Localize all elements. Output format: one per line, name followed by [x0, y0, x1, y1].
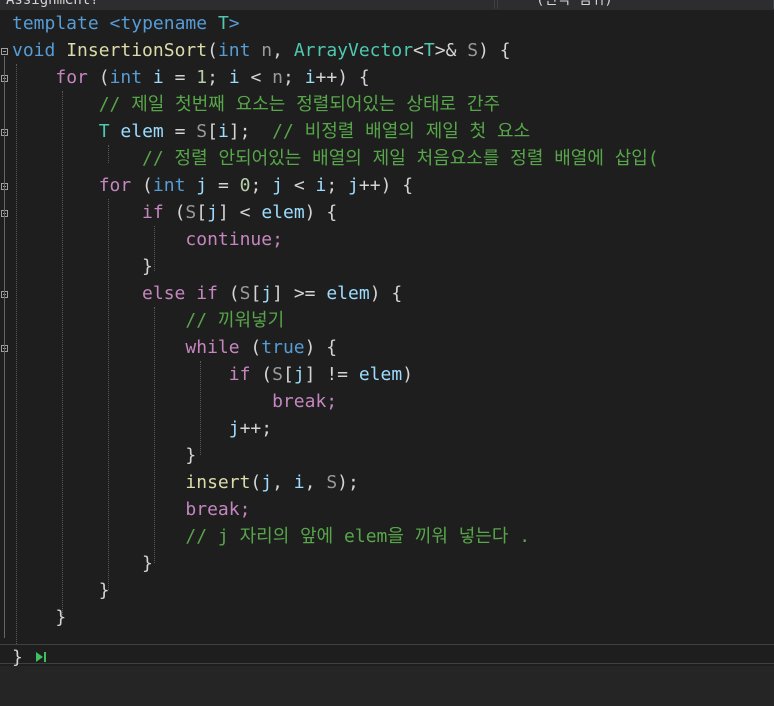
code-line: } [12, 604, 66, 631]
tab-file-label: Assignment? [6, 0, 99, 8]
code-text: else if (S[j] >= elem) { [142, 283, 403, 304]
code-text: if (S[j] < elem) { [142, 202, 338, 223]
code-text: } [12, 647, 23, 666]
code-line: // 정렬 안되어있는 배열의 제일 처음요소를 정렬 배열에 삽입( [12, 145, 659, 172]
code-line: } [12, 550, 153, 577]
code-text: j++; [228, 418, 273, 439]
code-editor[interactable]: template <typename T> void InsertionSort… [0, 10, 774, 666]
code-text: void InsertionSort(int n, ArrayVector<T>… [12, 40, 511, 61]
code-text: T elem = S[i]; // 비정렬 배열의 제일 첫 요소 [98, 121, 531, 142]
code-line: template <typename T> [12, 10, 240, 37]
code-text: } [12, 445, 197, 466]
code-text: continue; [185, 229, 283, 250]
code-line: while (true) { [12, 334, 337, 361]
code-comment: // 정렬 안되어있는 배열의 제일 처음요소를 정렬 배열에 삽입( [142, 148, 659, 169]
code-line: continue; [12, 226, 283, 253]
file-tab-bar: Assignment? (전역 범위) [0, 0, 774, 10]
fold-gutter [0, 10, 10, 666]
code-line: insert(j, i, S); [12, 469, 359, 496]
collapse-icon[interactable] [1, 48, 8, 55]
quick-action-icon[interactable] [34, 650, 48, 664]
code-text: if (S[j] != elem) [228, 364, 414, 385]
code-line: } [12, 442, 196, 469]
code-line: void InsertionSort(int n, ArrayVector<T>… [12, 37, 511, 64]
code-comment: // j 자리의 앞에 elem을 끼워 넣는다 . [185, 526, 531, 547]
code-text: } [12, 256, 153, 277]
code-comment: // 끼워넣기 [185, 310, 285, 331]
fold-line [4, 56, 5, 638]
code-line: } [12, 253, 153, 280]
code-line: break; [12, 388, 337, 415]
code-line: for (int i = 1; i < n; i++) { [12, 64, 370, 91]
code-text: template <typename T> [12, 13, 240, 34]
code-line: } [12, 577, 110, 604]
code-line: T elem = S[i]; // 비정렬 배열의 제일 첫 요소 [12, 118, 530, 145]
code-text: } [12, 607, 67, 628]
code-line: } [12, 644, 48, 666]
tab-scope[interactable]: (전역 범위) [497, 0, 774, 9]
tab-file[interactable]: Assignment? [0, 0, 495, 9]
code-line: for (int j = 0; j < i; j++) { [12, 172, 413, 199]
tab-scope-label: (전역 범위) [536, 0, 613, 8]
code-line: // 제일 첫번째 요소는 정렬되어있는 상태로 간주 [12, 91, 500, 118]
code-line: if (S[j] < elem) { [12, 199, 337, 226]
status-bar [0, 666, 774, 706]
current-line-highlight [0, 644, 774, 664]
code-line: if (S[j] != elem) [12, 361, 413, 388]
code-text: for (int j = 0; j < i; j++) { [98, 175, 414, 196]
code-line: // j 자리의 앞에 elem을 끼워 넣는다 . [12, 523, 530, 550]
code-text: while (true) { [185, 337, 338, 358]
code-line: else if (S[j] >= elem) { [12, 280, 402, 307]
code-text: break; [185, 499, 251, 520]
code-line: // 끼워넣기 [12, 307, 284, 334]
code-text: insert(j, i, S); [185, 472, 359, 493]
code-text: for (int i = 1; i < n; i++) { [55, 67, 370, 88]
code-comment: // 제일 첫번째 요소는 정렬되어있는 상태로 간주 [98, 94, 501, 115]
code-text: } [12, 553, 153, 574]
code-line: break; [12, 496, 250, 523]
code-text: } [12, 580, 110, 601]
code-line: j++; [12, 415, 272, 442]
code-text: break; [272, 391, 338, 412]
